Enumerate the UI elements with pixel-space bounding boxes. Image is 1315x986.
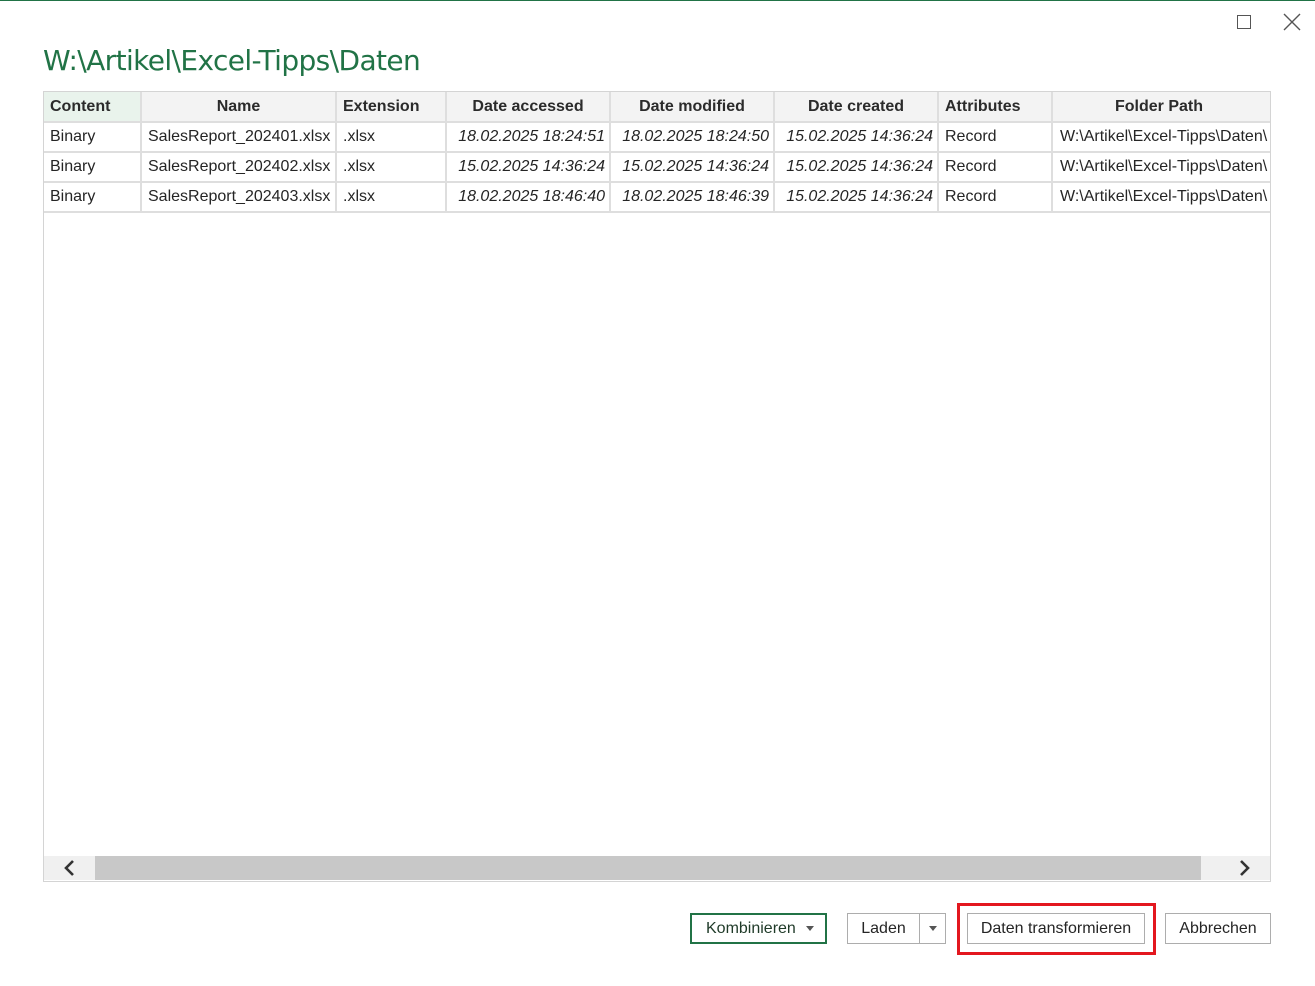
table-row[interactable]: Binary SalesReport_202402.xlsx .xlsx 15.… [44, 152, 1270, 183]
close-button[interactable] [1278, 8, 1306, 36]
load-dropdown-button[interactable] [919, 913, 946, 944]
cancel-button[interactable]: Abbrechen [1165, 913, 1271, 944]
combine-button[interactable]: Kombinieren [690, 913, 827, 944]
table-row[interactable]: Binary SalesReport_202403.xlsx .xlsx 18.… [44, 182, 1270, 213]
caret-down-icon [928, 926, 937, 931]
preview-grid: Content Name Extension Date accessed Dat… [43, 91, 1271, 882]
cell-date-created[interactable]: 15.02.2025 14:36:24 [774, 152, 939, 183]
cell-name[interactable]: SalesReport_202403.xlsx [141, 182, 337, 213]
load-button-label: Laden [861, 919, 906, 937]
header-row: Content Name Extension Date accessed Dat… [44, 92, 1270, 123]
scrollbar-thumb[interactable] [95, 856, 1201, 880]
dialog-title: W:\Artikel\Excel-Tipps\Daten [43, 44, 421, 77]
column-header-attributes[interactable]: Attributes [938, 92, 1053, 123]
combine-button-label: Kombinieren [706, 919, 796, 937]
cell-name[interactable]: SalesReport_202401.xlsx [141, 122, 337, 153]
cell-extension[interactable]: .xlsx [336, 122, 447, 153]
cell-name[interactable]: SalesReport_202402.xlsx [141, 152, 337, 183]
scroll-left-button[interactable] [44, 856, 94, 880]
table-row[interactable]: Binary SalesReport_202401.xlsx .xlsx 18.… [44, 122, 1270, 153]
cell-attributes[interactable]: Record [938, 152, 1053, 183]
cell-extension[interactable]: .xlsx [336, 152, 447, 183]
cell-folder-path[interactable]: W:\Artikel\Excel-Tipps\Daten\ [1052, 152, 1270, 183]
caret-down-icon [806, 926, 814, 931]
scroll-right-button[interactable] [1220, 856, 1270, 880]
chevron-left-icon [64, 860, 74, 876]
cell-date-created[interactable]: 15.02.2025 14:36:24 [774, 182, 939, 213]
column-header-folder-path[interactable]: Folder Path [1052, 92, 1270, 123]
cell-content[interactable]: Binary [44, 152, 142, 183]
maximize-button[interactable] [1230, 8, 1258, 36]
horizontal-scrollbar[interactable] [44, 856, 1270, 880]
cell-content[interactable]: Binary [44, 182, 142, 213]
cell-date-modified[interactable]: 18.02.2025 18:24:50 [610, 122, 775, 153]
cell-folder-path[interactable]: W:\Artikel\Excel-Tipps\Daten\ [1052, 122, 1270, 153]
column-header-extension[interactable]: Extension [336, 92, 447, 123]
cell-content[interactable]: Binary [44, 122, 142, 153]
transform-data-button[interactable]: Daten transformieren [967, 913, 1145, 944]
column-header-date-created[interactable]: Date created [774, 92, 939, 123]
close-icon [1283, 13, 1301, 31]
cell-attributes[interactable]: Record [938, 182, 1053, 213]
maximize-icon [1237, 15, 1251, 29]
cell-date-modified[interactable]: 18.02.2025 18:46:39 [610, 182, 775, 213]
cell-date-modified[interactable]: 15.02.2025 14:36:24 [610, 152, 775, 183]
cell-extension[interactable]: .xlsx [336, 182, 447, 213]
data-table: Content Name Extension Date accessed Dat… [44, 92, 1270, 213]
cell-date-accessed[interactable]: 15.02.2025 14:36:24 [446, 152, 611, 183]
cell-attributes[interactable]: Record [938, 122, 1053, 153]
cell-folder-path[interactable]: W:\Artikel\Excel-Tipps\Daten\ [1052, 182, 1270, 213]
window-top-border [0, 0, 1315, 1]
column-header-name[interactable]: Name [141, 92, 337, 123]
cell-date-accessed[interactable]: 18.02.2025 18:46:40 [446, 182, 611, 213]
cell-date-accessed[interactable]: 18.02.2025 18:24:51 [446, 122, 611, 153]
chevron-right-icon [1240, 860, 1250, 876]
column-header-date-accessed[interactable]: Date accessed [446, 92, 611, 123]
load-button[interactable]: Laden [847, 913, 920, 944]
transform-data-button-label: Daten transformieren [980, 919, 1132, 937]
column-header-content[interactable]: Content [44, 92, 142, 123]
cell-date-created[interactable]: 15.02.2025 14:36:24 [774, 122, 939, 153]
cancel-button-label: Abbrechen [1179, 919, 1257, 937]
column-header-date-modified[interactable]: Date modified [610, 92, 775, 123]
